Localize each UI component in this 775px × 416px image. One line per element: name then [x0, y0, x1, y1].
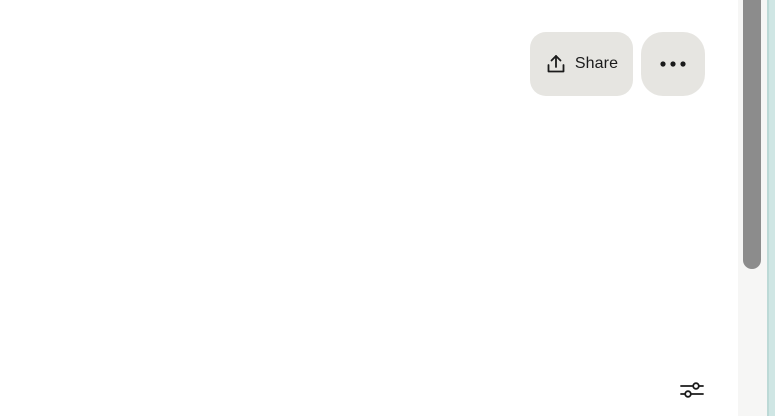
share-upload-icon: [545, 53, 567, 75]
page: Share: [0, 0, 775, 416]
scrollbar-thumb[interactable]: [743, 0, 761, 269]
share-button[interactable]: Share: [530, 32, 633, 96]
sliders-icon: [679, 380, 705, 405]
more-horizontal-icon: [659, 55, 687, 73]
display-settings-button[interactable]: [678, 378, 706, 406]
more-options-button[interactable]: [641, 32, 705, 96]
share-label: Share: [574, 55, 619, 72]
window-edge: [767, 0, 775, 416]
